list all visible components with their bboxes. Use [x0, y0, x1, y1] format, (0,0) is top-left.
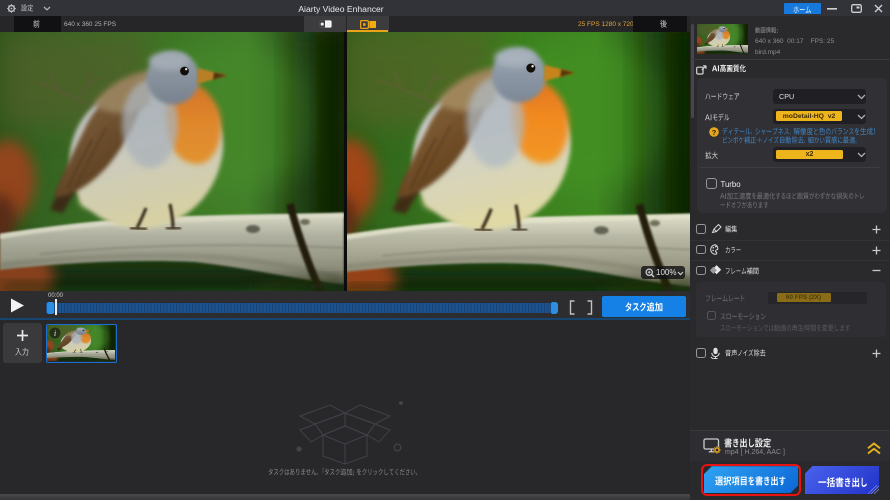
svg-text:?: ?: [711, 127, 716, 136]
